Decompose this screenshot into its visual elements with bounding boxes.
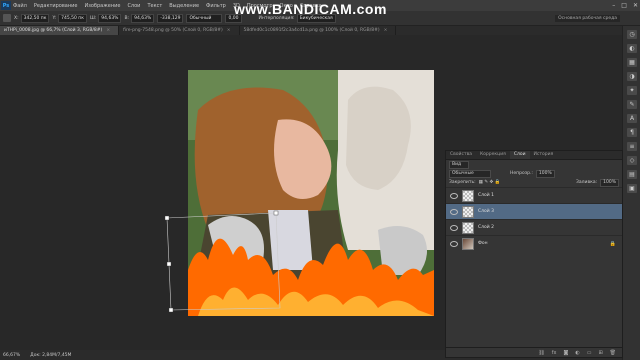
menu-item-edit[interactable]: Редактирование: [34, 3, 78, 9]
fill-label: Заливка:: [576, 180, 598, 185]
tab-document-3[interactable]: 58dfed0c1c0891f2c3a4cd1a.png @ 100% (Сло…: [240, 26, 397, 35]
filter-row: Вид: [446, 160, 622, 169]
close-icon[interactable]: ✕: [633, 0, 638, 11]
layer-row[interactable]: Фон 🔒: [446, 235, 622, 251]
link-icon[interactable]: ⛓: [538, 350, 544, 356]
close-icon[interactable]: ×: [106, 28, 110, 33]
angle-field[interactable]: -338,129: [157, 13, 184, 23]
history-icon[interactable]: ◷: [627, 30, 637, 39]
tab-layers[interactable]: Слои: [509, 151, 530, 159]
layers-footer: ⛓ fx ◙ ◐ ▭ ⊞ 🗑: [446, 347, 622, 357]
blend-select[interactable]: Обычный: [186, 13, 223, 23]
fill-field[interactable]: 100%: [600, 178, 619, 187]
workspace-select[interactable]: Основная рабочая среда: [555, 15, 620, 22]
doc-size: Док: 2,84M/7,45M: [30, 352, 72, 358]
lock-icons[interactable]: ▦ ✎ ✥ 🔒: [479, 180, 501, 185]
layer-thumbnail: [462, 221, 474, 234]
zoom-level[interactable]: 66,67%: [3, 353, 20, 358]
bandicam-watermark: www.BANDICAM.com: [234, 1, 387, 17]
new-layer-icon[interactable]: ⊞: [598, 350, 602, 356]
menu-item-text[interactable]: Текст: [147, 3, 162, 9]
lock-row: Закрепить: ▦ ✎ ✥ 🔒 Заливка: 100%: [446, 178, 622, 187]
y-field[interactable]: 745,50 пк: [58, 13, 87, 23]
maximize-icon[interactable]: □: [621, 0, 627, 11]
paragraph-icon[interactable]: ¶: [627, 128, 637, 137]
blend-mode-select[interactable]: Обычные: [449, 169, 491, 178]
visibility-eye-icon[interactable]: [450, 240, 458, 247]
lock-icon: 🔒: [609, 240, 616, 247]
layer-name: Фон: [478, 241, 488, 246]
close-icon[interactable]: ×: [384, 28, 388, 33]
kind-filter-select[interactable]: Вид: [449, 160, 469, 169]
menu-item-image[interactable]: Изображение: [84, 3, 120, 9]
tab-label: иTHPi_0008.jpg @ 66,7% (Слой 3, RGB/8#): [4, 28, 103, 33]
visibility-eye-icon[interactable]: [450, 208, 458, 215]
swatches-icon[interactable]: ▦: [627, 58, 637, 67]
tab-document-1[interactable]: иTHPi_0008.jpg @ 66,7% (Слой 3, RGB/8#) ×: [0, 26, 120, 35]
layer-name: Слой 3: [478, 209, 494, 214]
adjustments-icon[interactable]: ◑: [627, 72, 637, 81]
window-controls: – □ ✕: [612, 0, 638, 11]
layer-thumbnail: [462, 205, 474, 218]
close-icon[interactable]: ×: [227, 28, 231, 33]
fx-icon[interactable]: fx: [552, 350, 557, 356]
x-label: X:: [14, 15, 19, 21]
visibility-eye-icon[interactable]: [450, 192, 458, 199]
tab-label: 58dfed0c1c0891f2c3a4cd1a.png @ 100% (Сло…: [243, 28, 380, 33]
visibility-eye-icon[interactable]: [450, 224, 458, 231]
transform-tool-icon[interactable]: [3, 14, 11, 22]
width-field[interactable]: 94,63%: [98, 13, 122, 23]
minimize-icon[interactable]: –: [612, 0, 615, 11]
blend-row: Обычные Непрозр.: 100%: [446, 169, 622, 178]
menu-item-filter[interactable]: Фильтр: [206, 3, 226, 9]
layers-panel: Свойства Коррекция Слои История Вид Обыч…: [445, 150, 623, 358]
menu-item-layers[interactable]: Слои: [127, 3, 140, 9]
composite-image: [188, 70, 434, 316]
layer-row[interactable]: Слой 3: [446, 203, 622, 219]
w-label: Ш:: [89, 15, 97, 21]
tab-history[interactable]: История: [530, 151, 558, 159]
adjustment-icon[interactable]: ◐: [575, 350, 579, 356]
menu-item-file[interactable]: Файл: [13, 3, 27, 9]
mask-icon[interactable]: ◙: [563, 350, 568, 356]
tab-label: fire-png-7548.png @ 50% (Слой 0, RGB/8#): [123, 28, 223, 33]
layer-thumbnail: [462, 189, 474, 202]
tab-properties[interactable]: Свойства: [446, 151, 476, 159]
right-dock: ◷ ◐ ▦ ◑ ✦ ✎ A ¶ ≡ ◇ ▤ ▣: [622, 26, 640, 360]
y-label: Y:: [52, 15, 57, 21]
folder-icon[interactable]: ▭: [587, 350, 592, 356]
lock-label: Закрепить:: [449, 180, 476, 185]
layer-thumbnail: [462, 237, 474, 250]
document-tabs: иTHPi_0008.jpg @ 66,7% (Слой 3, RGB/8#) ×…: [0, 26, 622, 35]
tab-adjustments[interactable]: Коррекция: [476, 151, 510, 159]
document-canvas[interactable]: [188, 70, 434, 316]
tab-document-2[interactable]: fire-png-7548.png @ 50% (Слой 0, RGB/8#)…: [119, 26, 240, 35]
styles-icon[interactable]: ✦: [627, 86, 637, 95]
h-label: В:: [124, 15, 130, 21]
color-icon[interactable]: ◐: [627, 44, 637, 53]
channels-icon[interactable]: ≡: [627, 142, 637, 151]
height-field[interactable]: 94,63%: [131, 13, 155, 23]
properties-icon[interactable]: ▤: [627, 170, 637, 179]
layers-icon[interactable]: ▣: [627, 184, 637, 193]
photoshop-logo-icon: Ps: [1, 1, 11, 10]
layer-row[interactable]: Слой 1: [446, 187, 622, 203]
character-icon[interactable]: A: [627, 114, 637, 123]
menu-item-select[interactable]: Выделение: [169, 3, 199, 9]
opacity-field[interactable]: 100%: [535, 169, 555, 178]
layer-row[interactable]: Слой 2: [446, 219, 622, 235]
opacity-label: Непрозр.:: [510, 171, 533, 176]
layer-name: Слой 2: [478, 225, 494, 230]
paths-icon[interactable]: ◇: [627, 156, 637, 165]
x-field[interactable]: 342,50 пк: [20, 13, 50, 23]
shirt: [268, 210, 313, 270]
trash-icon[interactable]: 🗑: [610, 350, 616, 356]
layer-name: Слой 1: [478, 193, 494, 198]
panel-tabs: Свойства Коррекция Слои История: [446, 151, 622, 160]
brush-icon[interactable]: ✎: [627, 100, 637, 109]
